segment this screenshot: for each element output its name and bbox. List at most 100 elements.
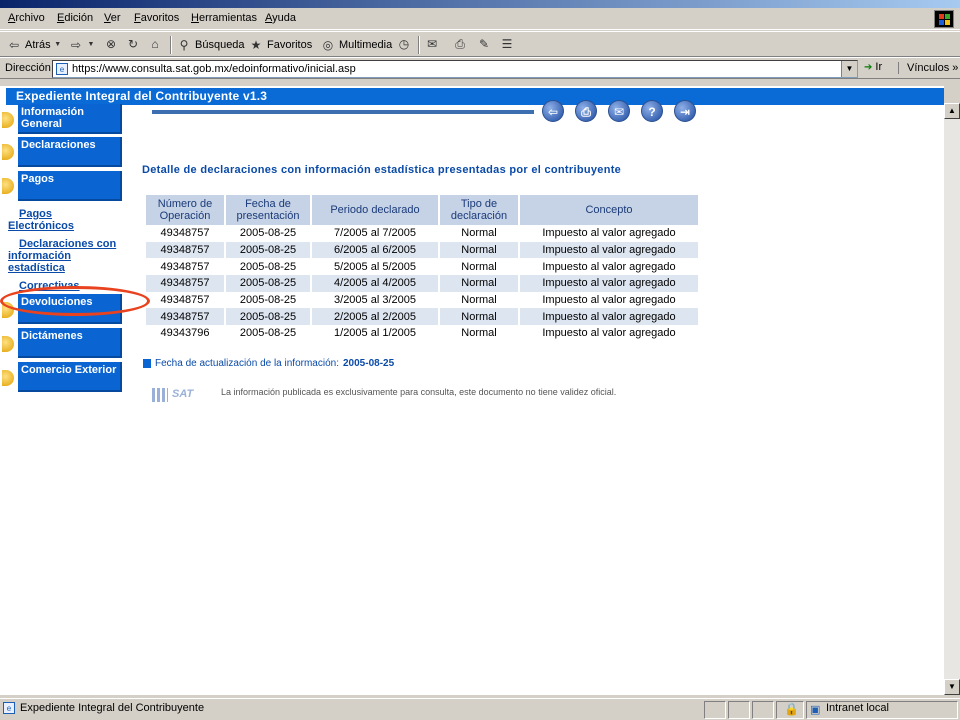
table-cell: 2005-08-25 — [239, 294, 297, 307]
update-info: Fecha de actualización de la información… — [143, 358, 394, 369]
column-header: Concepto — [520, 195, 698, 225]
back-label: Atrás — [25, 39, 51, 51]
menu-edicion[interactable]: Edición — [57, 12, 93, 24]
help-icon[interactable]: ? — [641, 100, 663, 122]
sub-link-pagos-electronicos[interactable]: Pagos Electrónicos — [8, 208, 74, 232]
table-cell: 2/2005 al 2/2005 — [312, 308, 438, 326]
favorites-label: Favoritos — [267, 39, 313, 51]
status-panel — [704, 701, 726, 719]
table-cell: Normal — [440, 241, 518, 259]
window-title-bar — [0, 0, 960, 8]
multimedia-button[interactable]: ◎ Multimedia — [320, 36, 392, 54]
menu-herramientas[interactable]: Herramientas — [191, 12, 257, 24]
table-row: 49348757 2005-08-25 4/2005 al 4/2005 Normal… — [146, 275, 698, 292]
table-cell: Impuesto al valor agregado — [542, 327, 676, 340]
windows-logo-icon — [934, 10, 954, 28]
favorites-icon: ★ — [250, 38, 262, 52]
go-arrow-icon: ➔ — [864, 61, 873, 73]
address-url[interactable]: https://www.consulta.sat.gob.mx/edoinfor… — [72, 63, 356, 75]
chevron-down-icon[interactable]: ▼ — [54, 37, 62, 53]
nav-dictamenes[interactable]: Dictámenes — [18, 328, 122, 358]
table-cell: Impuesto al valor agregado — [520, 241, 698, 259]
declarations-table: Número de Operación Fecha de presentació… — [144, 195, 700, 342]
menu-ayuda[interactable]: Ayuda — [265, 12, 296, 24]
links-button[interactable]: Vínculos » — [898, 62, 958, 74]
table-cell: 3/2005 al 3/2005 — [334, 294, 416, 307]
status-panel: 🔒 — [776, 701, 804, 719]
nav-bullet-icon — [2, 112, 14, 128]
table-cell: 2005-08-25 — [239, 260, 297, 273]
sub-link-declaraciones-estadistica[interactable]: Declaraciones con información estadístic… — [8, 238, 126, 274]
stop-icon[interactable]: ⊗ — [103, 36, 119, 52]
scroll-up-icon[interactable]: ▲ — [944, 103, 960, 119]
menu-favoritos[interactable]: Favoritos — [134, 12, 179, 24]
home-icon[interactable]: ⌂ — [147, 36, 163, 52]
exit-icon[interactable]: ⇥ — [674, 100, 696, 122]
nav-informacion-general[interactable]: Información General — [18, 104, 122, 134]
table-cell: 49343796 — [160, 327, 210, 340]
bullet-square-icon — [143, 359, 151, 368]
refresh-icon[interactable]: ↻ — [125, 36, 141, 52]
chevron-down-icon[interactable]: ▼ — [841, 61, 857, 77]
forward-button[interactable]: ⇨ ▼ — [68, 36, 95, 54]
print-icon[interactable]: ⎙ — [452, 36, 468, 52]
column-header: Fecha de presentación — [226, 195, 310, 225]
chevron-down-icon[interactable]: ▼ — [87, 37, 95, 53]
toolbar-separator — [418, 36, 420, 54]
disclaimer: La información publicada es exclusivamen… — [221, 387, 617, 397]
table-row: 49343796 2005-08-25 1/2005 al 1/2005 Normal… — [146, 325, 698, 342]
table-cell: 49348757 — [146, 241, 224, 259]
nav-pagos[interactable]: Pagos — [18, 171, 122, 201]
edit-icon[interactable]: ✎ — [476, 36, 492, 52]
update-label: Fecha de actualización de la información… — [155, 358, 339, 369]
page-title: Detalle de declaraciones con información… — [142, 164, 622, 176]
menu-ver[interactable]: Ver — [104, 12, 121, 24]
address-input[interactable]: e https://www.consulta.sat.gob.mx/edoinf… — [52, 60, 858, 78]
lock-icon: 🔒 — [784, 702, 799, 716]
menu-archivo[interactable]: Archivo — [8, 12, 45, 24]
nav-declaraciones[interactable]: Declaraciones — [18, 137, 122, 167]
go-button[interactable]: ➔ Ir — [864, 61, 882, 73]
table-cell: 49348757 — [146, 275, 224, 292]
toolbar: ⇦ Atrás ▼ ⇨ ▼ ⊗ ↻ ⌂ ⚲ Búsqueda ★ Favorit… — [0, 31, 960, 57]
search-button[interactable]: ⚲ Búsqueda — [176, 36, 245, 54]
mail-icon[interactable]: ✉ — [608, 100, 630, 122]
header-rule — [152, 110, 534, 114]
page-header: Expediente Integral del Contribuyente v1… — [6, 88, 944, 105]
table-cell: Normal — [461, 227, 497, 240]
table-cell: Impuesto al valor agregado — [542, 227, 676, 240]
table-cell: 4/2005 al 4/2005 — [312, 275, 438, 292]
scroll-down-icon[interactable]: ▼ — [944, 679, 960, 695]
print-icon[interactable]: ⎙ — [575, 100, 597, 122]
back-button[interactable]: ⇦ Atrás ▼ — [6, 36, 62, 54]
page-icon: e — [56, 63, 68, 75]
table-cell: Impuesto al valor agregado — [520, 275, 698, 292]
nav-bullet-icon — [2, 336, 14, 352]
zone-text: Intranet local — [826, 702, 889, 714]
discuss-icon[interactable]: ☰ — [499, 36, 515, 52]
nav-bullet-icon — [2, 144, 14, 160]
table-row: 49348757 2005-08-25 5/2005 al 5/2005 Normal… — [146, 258, 698, 275]
sat-logo-text: SAT — [172, 388, 194, 400]
sat-logo-icon — [152, 388, 168, 402]
page-content: Expediente Integral del Contribuyente v1… — [0, 86, 944, 695]
intranet-icon: ▣ — [810, 704, 821, 716]
table-cell: Impuesto al valor agregado — [542, 294, 676, 307]
nav-comercio-exterior[interactable]: Comercio Exterior — [18, 362, 122, 392]
back-arrow-icon: ⇦ — [8, 38, 20, 52]
back-icon[interactable]: ⇦ — [542, 100, 564, 122]
forward-arrow-icon: ⇨ — [70, 38, 82, 52]
mail-icon[interactable]: ✉ — [424, 36, 440, 52]
table-cell: 6/2005 al 6/2005 — [312, 241, 438, 259]
status-text: Expediente Integral del Contribuyente — [20, 702, 205, 714]
history-icon[interactable]: ◷ — [396, 36, 412, 52]
update-date: 2005-08-25 — [343, 358, 395, 369]
favorites-button[interactable]: ★ Favoritos — [248, 36, 313, 54]
sat-logo: SAT — [152, 385, 204, 405]
table-cell: 2005-08-25 — [226, 275, 310, 292]
table-cell: Normal — [461, 327, 497, 340]
table-cell: 5/2005 al 5/2005 — [334, 260, 416, 273]
vertical-scrollbar[interactable]: ▲ ▼ — [944, 103, 960, 695]
multimedia-label: Multimedia — [339, 39, 393, 51]
column-header: Periodo declarado — [312, 195, 438, 225]
